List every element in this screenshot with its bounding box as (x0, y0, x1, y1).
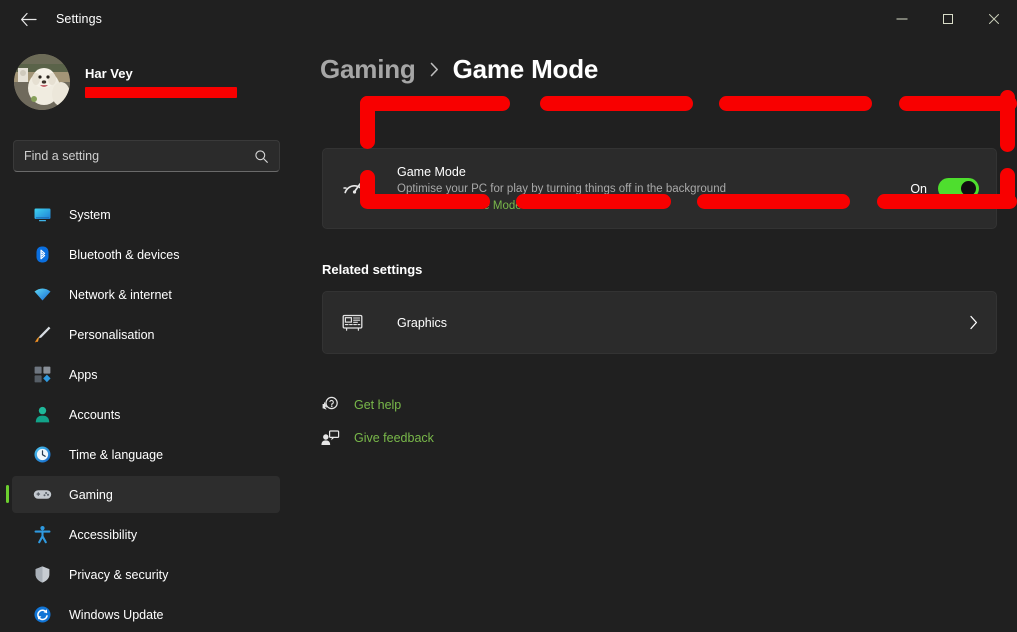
profile-email-wrap (85, 85, 237, 99)
windows-update-icon (32, 605, 52, 625)
avatar (14, 54, 70, 110)
give-feedback-icon (319, 427, 341, 449)
more-about-game-mode-link[interactable]: More about Game Mode (397, 198, 522, 215)
page-title: Game Mode (452, 54, 599, 84)
accessibility-icon (32, 525, 52, 545)
personalisation-icon (32, 325, 52, 345)
graphics-label: Graphics (397, 315, 448, 330)
sidebar-item-windows-update[interactable]: Windows Update (12, 596, 280, 632)
minimize-button[interactable] (879, 0, 925, 38)
system-icon (32, 205, 52, 225)
maximize-button[interactable] (925, 0, 971, 38)
privacy-security-icon (32, 565, 52, 585)
game-mode-toggle-group: On (910, 178, 979, 199)
close-icon (988, 13, 1000, 25)
breadcrumb: Gaming Game Mode (320, 54, 598, 85)
sidebar-item-label: Bluetooth & devices (69, 247, 180, 262)
search-placeholder: Find a setting (24, 149, 100, 163)
sidebar-item-personalisation[interactable]: Personalisation (12, 316, 280, 353)
sidebar-item-label: Network & internet (69, 287, 172, 302)
gaming-icon (32, 485, 52, 505)
sidebar-item-label: Gaming (69, 487, 113, 502)
game-mode-card: Game Mode Optimise your PC for play by t… (322, 148, 997, 229)
graphics-row[interactable]: Graphics (322, 291, 997, 354)
game-mode-title: Game Mode (397, 164, 466, 179)
maximize-icon (942, 13, 954, 25)
get-help-icon (319, 394, 341, 416)
graphics-card-icon (340, 311, 364, 335)
sidebar-nav: System Bluetooth & devices Network & int… (0, 196, 292, 632)
speedometer-icon (340, 175, 368, 203)
give-feedback-link[interactable]: Give feedback (319, 421, 434, 454)
search-input[interactable]: Find a setting (13, 140, 280, 172)
toggle-knob (961, 181, 976, 196)
game-mode-description: Optimise your PC for play by turning thi… (397, 182, 726, 195)
sidebar-item-accessibility[interactable]: Accessibility (12, 516, 280, 553)
sidebar-item-label: System (69, 207, 111, 222)
network-icon (32, 285, 52, 305)
redaction-mark-email (85, 87, 237, 98)
toggle-state-label: On (910, 181, 927, 196)
sidebar-item-time-language[interactable]: Time & language (12, 436, 280, 473)
time-language-icon (32, 445, 52, 465)
sidebar-item-label: Windows Update (69, 607, 164, 622)
apps-icon (32, 365, 52, 385)
sidebar-item-label: Apps (69, 367, 98, 382)
get-help-label: Get help (354, 397, 402, 412)
game-mode-text: Game Mode Optimise your PC for play by t… (397, 163, 910, 215)
help-links: Get help Give feedback (319, 388, 434, 454)
window-title: Settings (56, 12, 102, 26)
sidebar-item-label: Accessibility (69, 527, 138, 542)
profile-section[interactable]: Har Vey (0, 38, 300, 112)
chevron-right-icon[interactable] (968, 314, 979, 331)
back-button[interactable] (8, 3, 48, 35)
profile-name: Har Vey (85, 66, 133, 81)
user-avatar-photo (14, 54, 70, 110)
sidebar: Har Vey Find a setting System Bluetooth … (0, 38, 300, 632)
minimize-icon (896, 13, 908, 25)
main-content: Gaming Game Mode Game Mode Optimise your (300, 38, 1017, 632)
sidebar-item-system[interactable]: System (12, 196, 280, 233)
settings-window: Settings Har Vey Find a setting System B… (0, 0, 1017, 632)
sidebar-item-bluetooth-devices[interactable]: Bluetooth & devices (12, 236, 280, 273)
sidebar-item-label: Time & language (69, 447, 164, 462)
chevron-right-icon (429, 61, 440, 78)
sidebar-item-gaming[interactable]: Gaming (6, 476, 280, 513)
sidebar-item-network-internet[interactable]: Network & internet (12, 276, 280, 313)
close-button[interactable] (971, 0, 1017, 38)
window-controls (879, 0, 1017, 38)
sidebar-item-privacy-security[interactable]: Privacy & security (12, 556, 280, 593)
related-settings-heading: Related settings (322, 262, 423, 277)
accounts-icon (32, 405, 52, 425)
breadcrumb-parent[interactable]: Gaming (320, 54, 416, 85)
profile-text: Har Vey (85, 65, 237, 99)
arrow-left-icon (20, 12, 37, 27)
search-icon[interactable] (254, 149, 269, 164)
sidebar-item-apps[interactable]: Apps (12, 356, 280, 393)
give-feedback-label: Give feedback (354, 430, 434, 445)
sidebar-item-label: Personalisation (69, 327, 155, 342)
get-help-link[interactable]: Get help (319, 388, 434, 421)
bluetooth-icon (32, 245, 52, 265)
title-bar: Settings (0, 0, 1017, 38)
sidebar-item-label: Accounts (69, 407, 121, 422)
sidebar-item-accounts[interactable]: Accounts (12, 396, 280, 433)
game-mode-toggle[interactable] (938, 178, 979, 199)
sidebar-item-label: Privacy & security (69, 567, 169, 582)
